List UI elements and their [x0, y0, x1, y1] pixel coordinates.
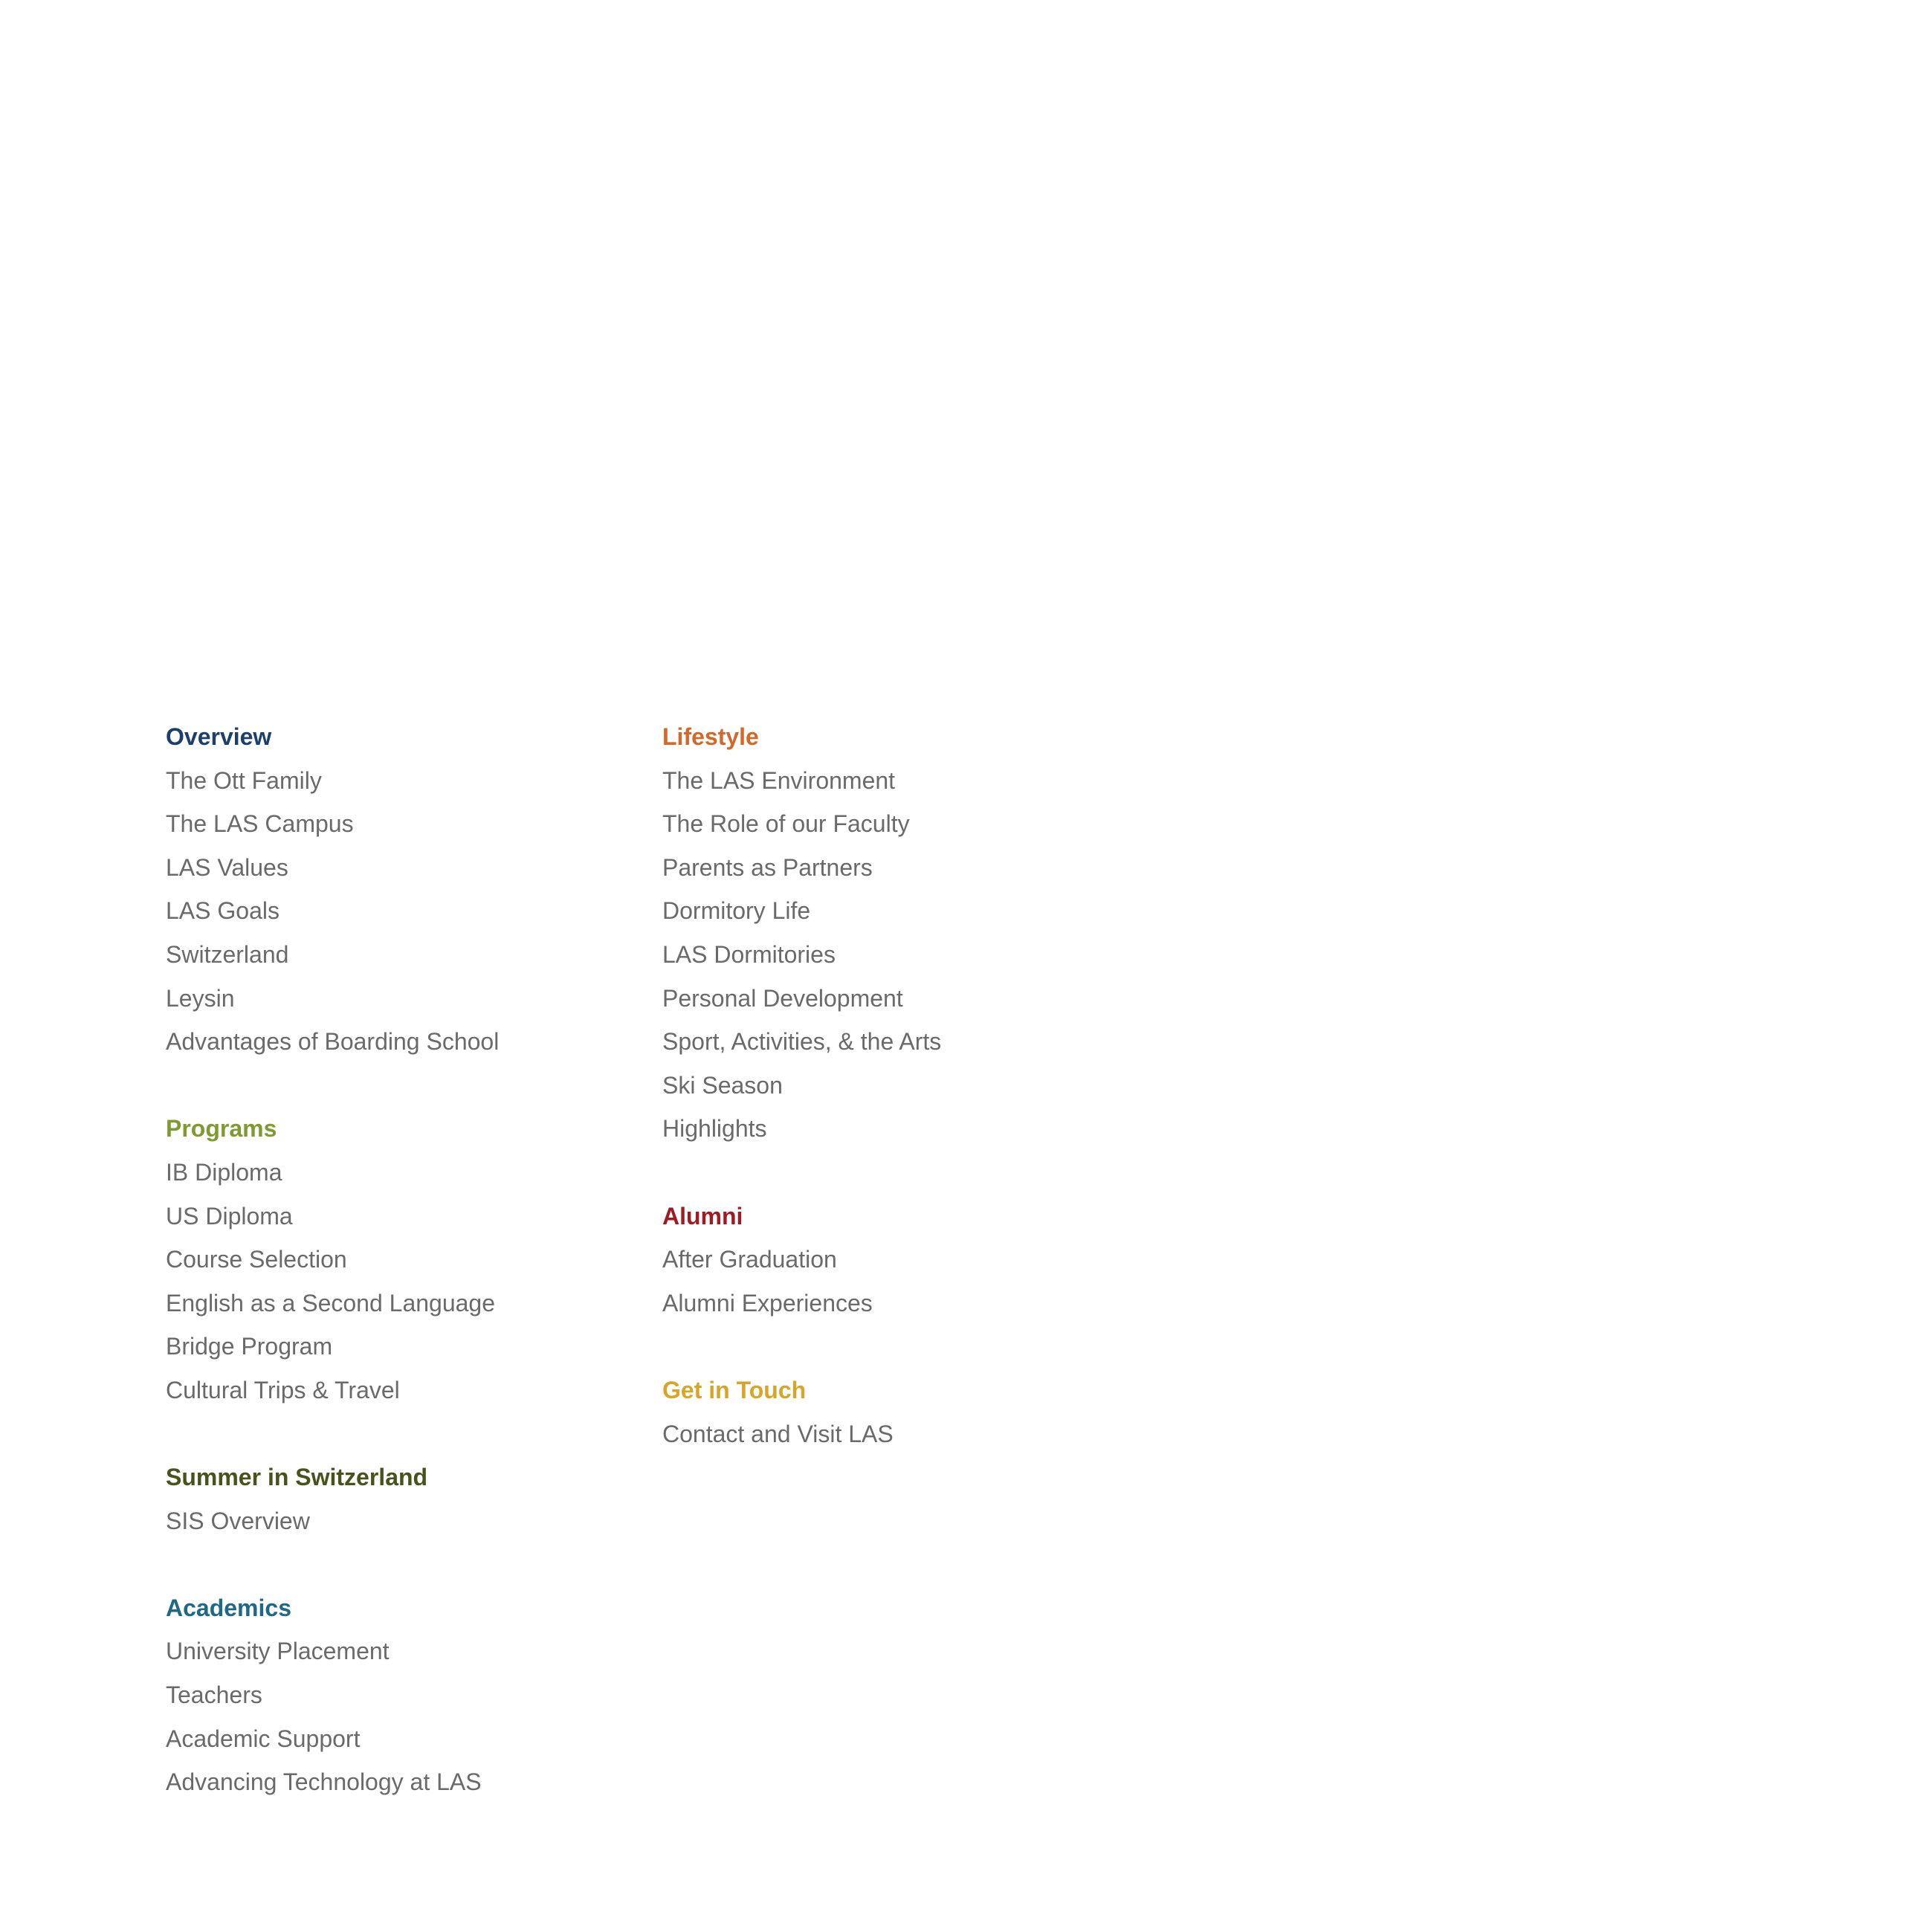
toc-item[interactable]: Switzerland	[166, 933, 642, 977]
toc-item[interactable]: Bridge Program	[166, 1325, 642, 1369]
toc-item[interactable]: After Graduation	[662, 1238, 1138, 1282]
section-items-programs: IB Diploma US Diploma Course Selection E…	[166, 1151, 642, 1412]
section-items-overview: The Ott Family The LAS Campus LAS Values…	[166, 759, 642, 1064]
section-items-alumni: After Graduation Alumni Experiences	[662, 1238, 1138, 1325]
toc-item[interactable]: Personal Development	[662, 977, 1138, 1021]
toc-item[interactable]: The LAS Environment	[662, 759, 1138, 803]
toc-item[interactable]: SIS Overview	[166, 1499, 642, 1543]
section-overview: Overview The Ott Family The LAS Campus L…	[166, 715, 642, 1064]
toc-right-column: Lifestyle The LAS Environment The Role o…	[662, 715, 1138, 1499]
section-heading-summer[interactable]: Summer in Switzerland	[166, 1456, 642, 1499]
section-contact: Get in Touch Contact and Visit LAS	[662, 1369, 1138, 1456]
section-items-academics: University Placement Teachers Academic S…	[166, 1629, 642, 1803]
section-academics: Academics University Placement Teachers …	[166, 1586, 642, 1804]
toc-item[interactable]: Advantages of Boarding School	[166, 1020, 642, 1064]
toc-item[interactable]: LAS Goals	[166, 889, 642, 933]
toc-item[interactable]: The Role of our Faculty	[662, 802, 1138, 846]
section-programs: Programs IB Diploma US Diploma Course Se…	[166, 1107, 642, 1412]
toc-item[interactable]: Sport, Activities, & the Arts	[662, 1020, 1138, 1064]
section-lifestyle: Lifestyle The LAS Environment The Role o…	[662, 715, 1138, 1151]
toc-item[interactable]: The Ott Family	[166, 759, 642, 803]
section-alumni: Alumni After Graduation Alumni Experienc…	[662, 1195, 1138, 1325]
toc-item[interactable]: LAS Dormitories	[662, 933, 1138, 977]
toc-item[interactable]: LAS Values	[166, 846, 642, 890]
toc-item[interactable]: University Placement	[166, 1629, 642, 1673]
section-heading-lifestyle[interactable]: Lifestyle	[662, 715, 1138, 759]
section-items-summer: SIS Overview	[166, 1499, 642, 1543]
toc-item[interactable]: US Diploma	[166, 1195, 642, 1238]
toc-item[interactable]: Alumni Experiences	[662, 1282, 1138, 1325]
toc-item[interactable]: Cultural Trips & Travel	[166, 1369, 642, 1412]
toc-item[interactable]: Ski Season	[662, 1064, 1138, 1108]
toc-item[interactable]: Academic Support	[166, 1717, 642, 1761]
section-heading-programs[interactable]: Programs	[166, 1107, 642, 1151]
section-items-contact: Contact and Visit LAS	[662, 1412, 1138, 1456]
toc-item[interactable]: Contact and Visit LAS	[662, 1412, 1138, 1456]
toc-left-column: Overview The Ott Family The LAS Campus L…	[166, 715, 642, 1847]
toc-item[interactable]: Teachers	[166, 1673, 642, 1717]
toc-item[interactable]: Leysin	[166, 977, 642, 1021]
toc-item[interactable]: Dormitory Life	[662, 889, 1138, 933]
toc-item[interactable]: The LAS Campus	[166, 802, 642, 846]
toc-item[interactable]: IB Diploma	[166, 1151, 642, 1195]
section-heading-overview[interactable]: Overview	[166, 715, 642, 759]
toc-item[interactable]: Course Selection	[166, 1238, 642, 1282]
section-heading-academics[interactable]: Academics	[166, 1586, 642, 1630]
section-items-lifestyle: The LAS Environment The Role of our Facu…	[662, 759, 1138, 1151]
toc-item[interactable]: Advancing Technology at LAS	[166, 1760, 642, 1804]
toc-item[interactable]: English as a Second Language	[166, 1282, 642, 1325]
section-heading-alumni[interactable]: Alumni	[662, 1195, 1138, 1238]
section-heading-contact[interactable]: Get in Touch	[662, 1369, 1138, 1412]
section-summer: Summer in Switzerland SIS Overview	[166, 1456, 642, 1542]
toc-item[interactable]: Highlights	[662, 1107, 1138, 1151]
toc-item[interactable]: Parents as Partners	[662, 846, 1138, 890]
